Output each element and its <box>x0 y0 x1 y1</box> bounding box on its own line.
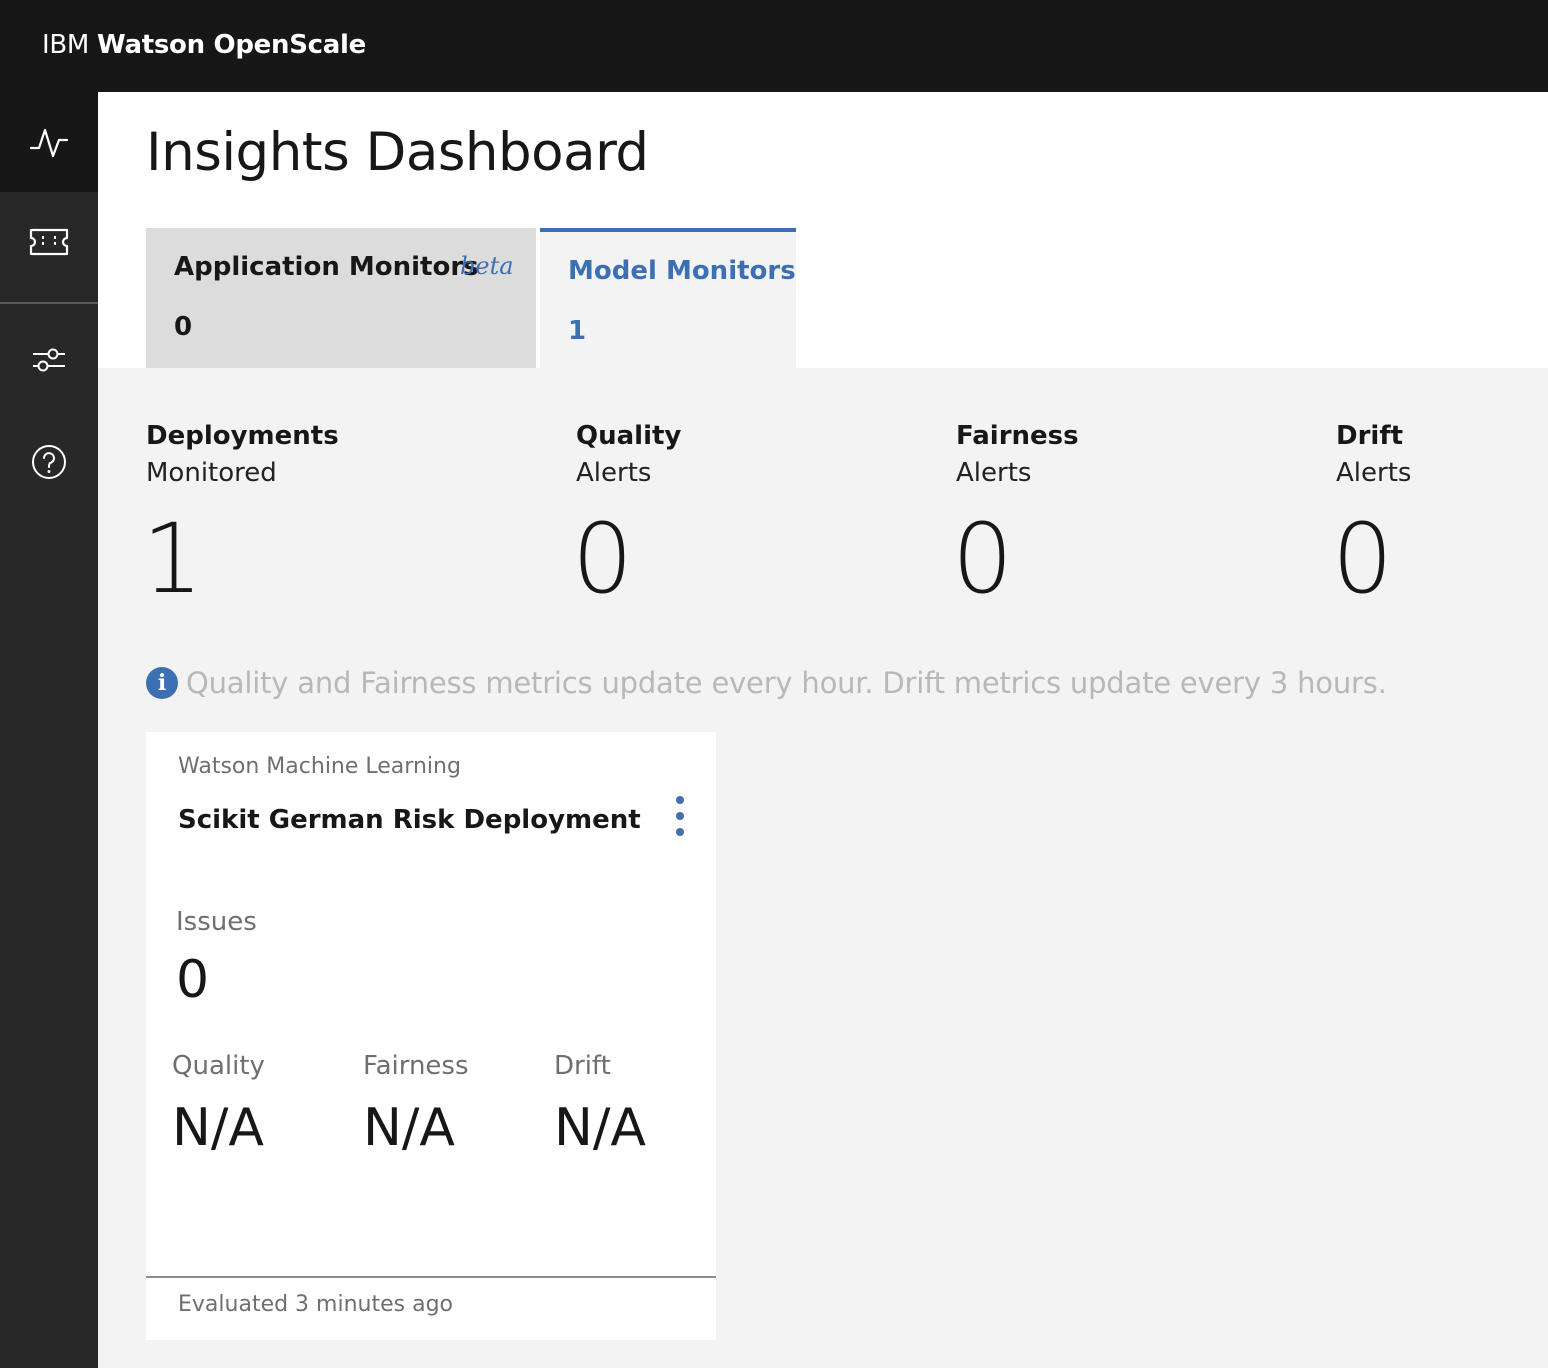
app-brand[interactable]: IBM Watson OpenScale <box>42 28 366 62</box>
stat-drift-alerts: Drift Alerts 0 <box>1332 418 1412 614</box>
issues-label: Issues <box>176 907 257 937</box>
tab-model-monitors[interactable]: Model Monitors 1 <box>540 228 796 368</box>
metric-label: Drift <box>554 1051 611 1081</box>
stat-value: 0 <box>1332 503 1394 615</box>
card-footer: Evaluated 3 minutes ago <box>146 1276 716 1340</box>
side-nav <box>0 92 98 1368</box>
metric-value: N/A <box>363 1098 455 1158</box>
stat-title: Quality <box>576 421 682 451</box>
stat-title: Fairness <box>956 421 1079 451</box>
stat-subtitle: Alerts <box>956 458 1032 488</box>
nav-item-help[interactable] <box>0 412 98 512</box>
stat-fairness-alerts: Fairness Alerts 0 <box>952 418 1079 614</box>
metric-quality: Quality N/A <box>172 1048 265 1158</box>
stat-value: 0 <box>572 503 634 615</box>
metric-value: N/A <box>172 1098 264 1158</box>
beta-badge: beta <box>460 252 514 280</box>
top-bar: IBM Watson OpenScale <box>0 0 1548 92</box>
sliders-icon <box>33 348 65 372</box>
info-icon: i <box>146 667 178 699</box>
deployment-card[interactable]: Watson Machine Learning Scikit German Ri… <box>146 732 716 1340</box>
metric-label: Quality <box>172 1051 265 1081</box>
brand-prefix: IBM <box>42 30 90 60</box>
stat-value: 1 <box>142 503 204 615</box>
page-title: Insights Dashboard <box>146 122 649 183</box>
metric-value: N/A <box>554 1098 646 1158</box>
nav-item-configure[interactable] <box>0 310 98 410</box>
card-provider: Watson Machine Learning <box>178 754 461 779</box>
overflow-menu-icon[interactable] <box>670 796 690 840</box>
issues-value: 0 <box>176 950 210 1010</box>
card-deployment-name[interactable]: Scikit German Risk Deployment <box>178 802 641 838</box>
tab-label: Application Monitors <box>174 252 479 282</box>
ticket-icon <box>29 228 69 256</box>
info-message: i Quality and Fairness metrics update ev… <box>146 664 1387 702</box>
main-content: Deployments Monitored 1 Quality Alerts 0… <box>98 368 1548 1368</box>
brand-name: Watson OpenScale <box>97 30 366 60</box>
tab-count: 1 <box>568 316 587 346</box>
metric-fairness: Fairness N/A <box>363 1048 469 1158</box>
stat-subtitle: Monitored <box>146 458 277 488</box>
tab-application-monitors[interactable]: Application Monitors beta 0 <box>146 228 536 368</box>
metric-label: Fairness <box>363 1051 469 1081</box>
nav-divider <box>0 302 98 304</box>
stat-quality-alerts: Quality Alerts 0 <box>572 418 682 614</box>
stat-title: Drift <box>1336 421 1404 451</box>
activity-icon <box>29 128 69 158</box>
evaluated-timestamp: Evaluated 3 minutes ago <box>178 1292 453 1317</box>
info-text: Quality and Fairness metrics update ever… <box>186 666 1387 700</box>
stat-subtitle: Alerts <box>1336 458 1412 488</box>
dashboard-header: Insights Dashboard Application Monitors … <box>98 92 1548 368</box>
help-icon <box>32 445 66 479</box>
stat-subtitle: Alerts <box>576 458 652 488</box>
tab-label: Model Monitors <box>568 256 796 286</box>
nav-item-insights[interactable] <box>0 92 98 192</box>
stat-title: Deployments <box>146 421 339 451</box>
metric-drift: Drift N/A <box>554 1048 646 1158</box>
stat-value: 0 <box>952 503 1014 615</box>
nav-item-ticket[interactable] <box>0 192 98 292</box>
tab-count: 0 <box>174 312 193 342</box>
stat-deployments-monitored: Deployments Monitored 1 <box>142 418 339 614</box>
